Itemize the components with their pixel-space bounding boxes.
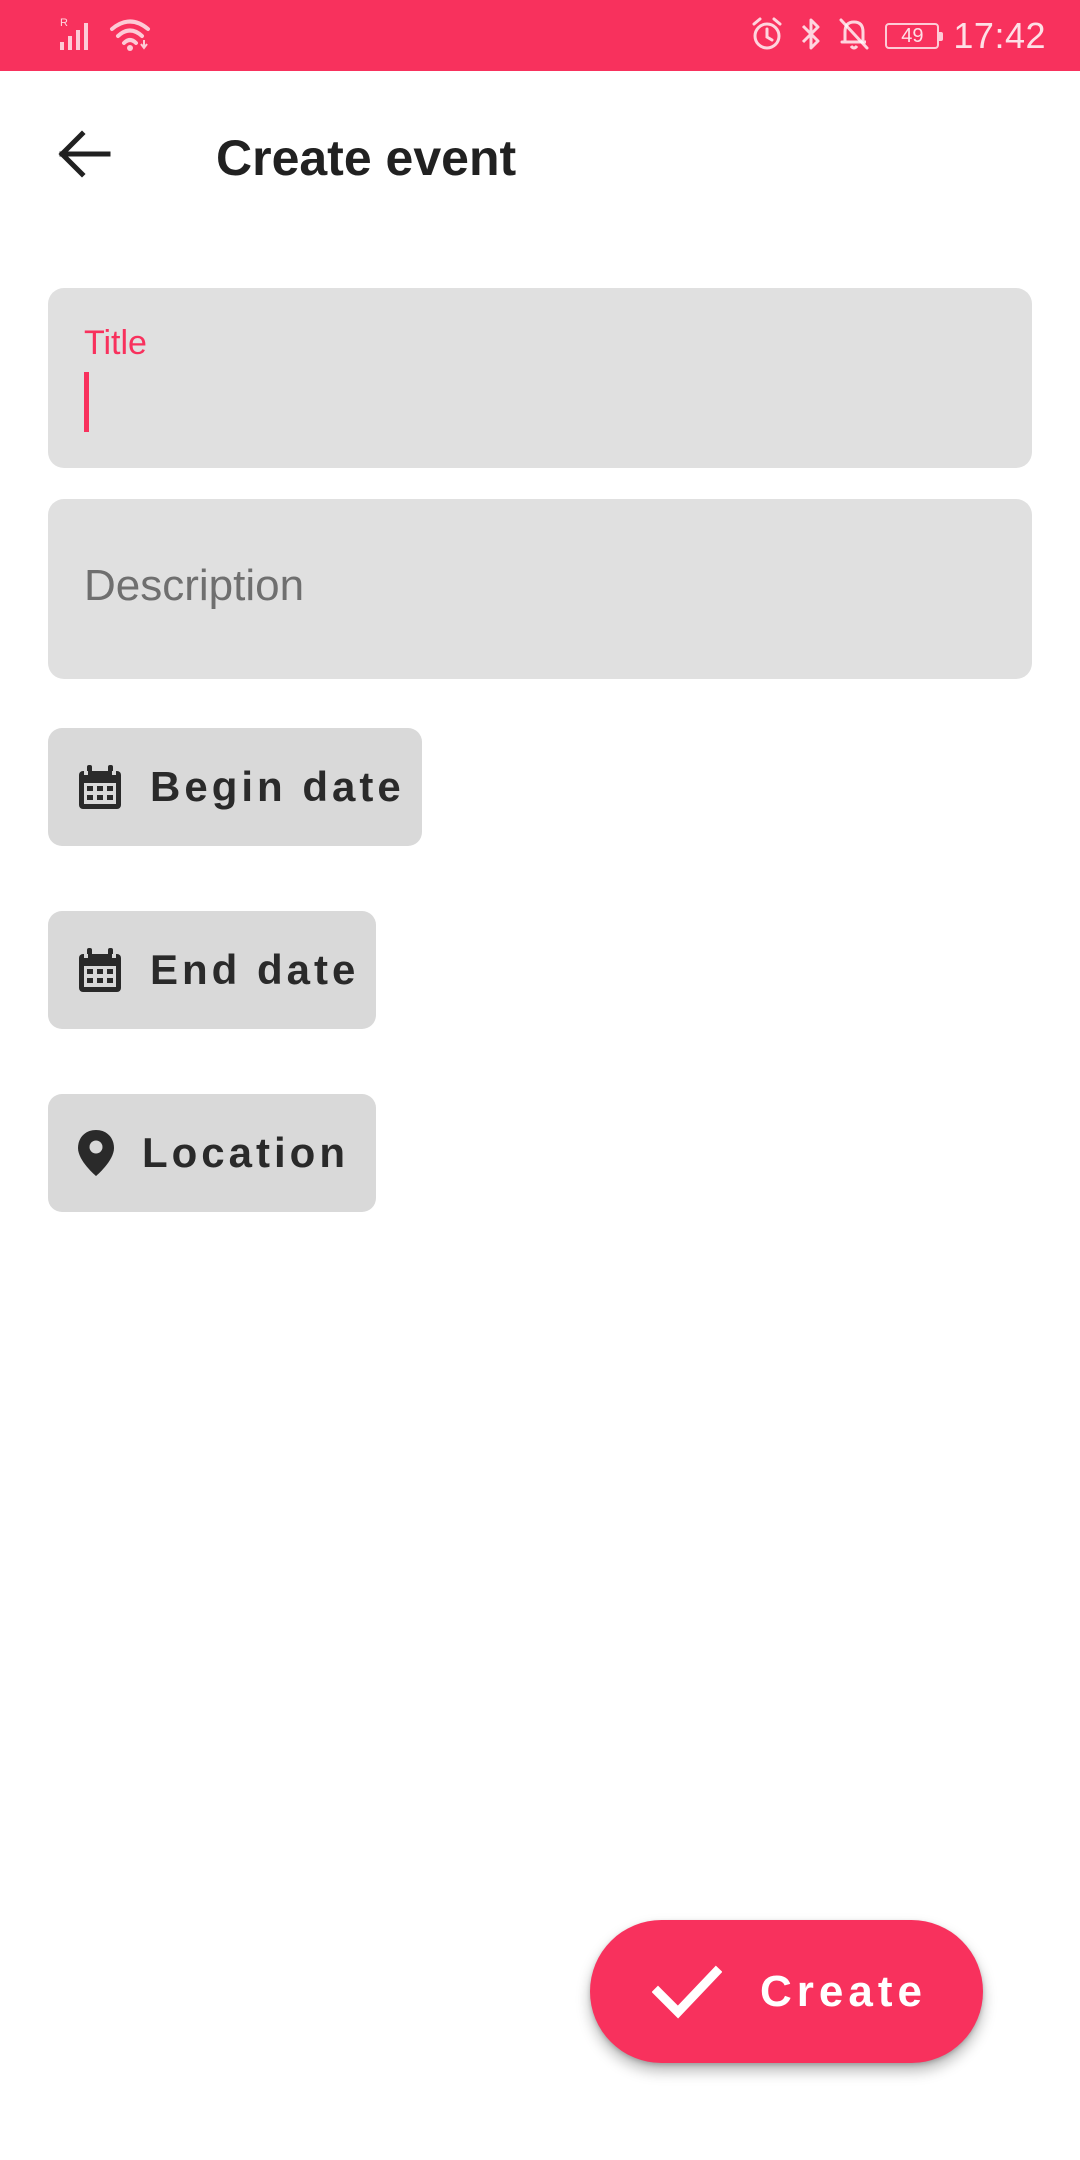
location-button[interactable]: Location [48,1094,376,1212]
status-time: 17:42 [953,15,1046,56]
begin-date-label: Begin date [150,763,405,810]
page-title: Create event [216,130,517,186]
title-field[interactable]: Title [48,288,1032,468]
wifi-icon [108,16,152,57]
create-button[interactable]: Create [590,1920,983,2063]
description-field-label: Description [84,561,305,610]
title-field-label: Title [84,324,147,362]
network-type-label: R [60,17,68,29]
create-button-label: Create [760,1966,927,2016]
signal-icon: R [58,16,96,57]
status-right-icons: 49 17:42 [749,10,1046,62]
location-label: Location [142,1129,349,1176]
bluetooth-icon [799,16,823,57]
end-date-button[interactable]: End date [48,911,376,1029]
description-field[interactable]: Description [48,499,1032,679]
battery-icon: 49 [885,23,944,49]
text-cursor [84,372,89,432]
end-date-label: End date [150,946,360,993]
battery-level: 49 [901,25,924,47]
check-icon [650,1955,724,2029]
calendar-icon [76,763,124,811]
location-pin-icon [76,1129,116,1177]
back-button[interactable] [44,116,124,196]
begin-date-button[interactable]: Begin date [48,728,422,846]
calendar-icon [76,946,124,994]
status-bar: R 49 17:42 [0,0,1080,71]
arrow-back-icon [56,128,112,185]
notifications-off-icon [837,16,871,57]
status-left-icons: R [58,16,152,56]
alarm-icon [749,16,785,57]
